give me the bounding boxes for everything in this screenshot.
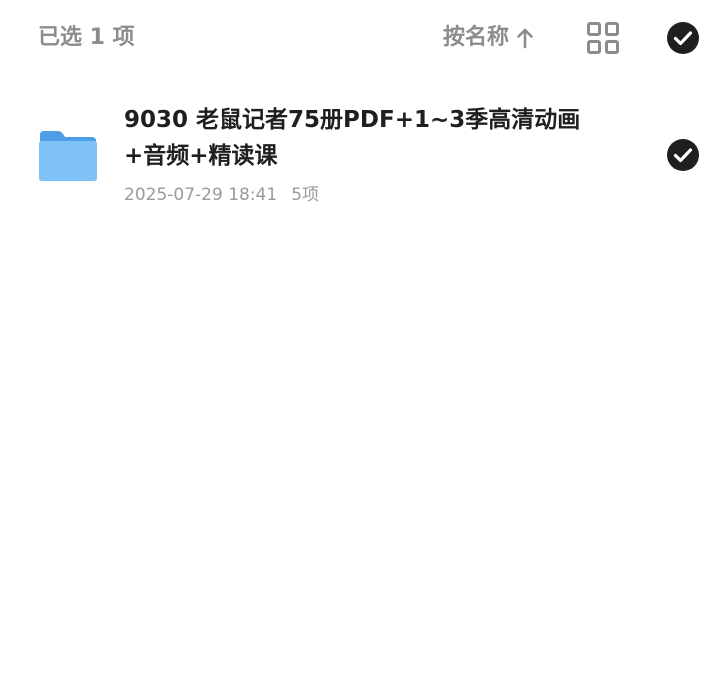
- arrow-up-icon: [517, 28, 533, 49]
- row-selected-check-icon[interactable]: [666, 138, 700, 172]
- selection-toolbar: 已选 1 项 按名称: [0, 0, 714, 78]
- sort-label: 按名称: [443, 25, 510, 50]
- select-all-check-icon[interactable]: [666, 21, 700, 55]
- file-row[interactable]: 9030 老鼠记者75册PDF+1~3季高清动画+音频+精读课 2025-07-…: [0, 90, 714, 220]
- folder-icon: [39, 131, 97, 181]
- file-meta: 2025-07-29 18:41 5项: [124, 182, 319, 208]
- file-name: 9030 老鼠记者75册PDF+1~3季高清动画+音频+精读课: [124, 107, 581, 169]
- sort-by-name-button[interactable]: 按名称: [443, 22, 535, 54]
- file-date: 2025-07-29 18:41: [124, 185, 278, 205]
- file-item-count: 5项: [291, 185, 320, 205]
- grid-view-icon[interactable]: [586, 21, 620, 55]
- selected-count-label: 已选 1 项: [38, 25, 135, 50]
- file-list: 9030 老鼠记者75册PDF+1~3季高清动画+音频+精读课 2025-07-…: [0, 90, 714, 220]
